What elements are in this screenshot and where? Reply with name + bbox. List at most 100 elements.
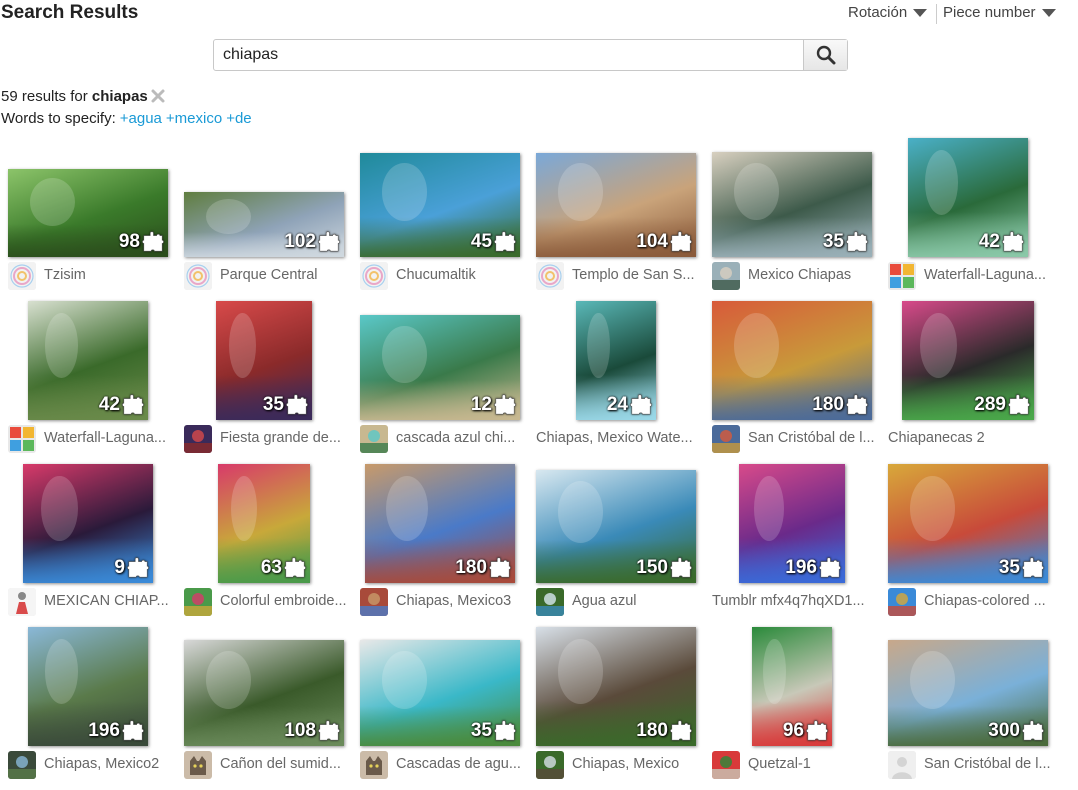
puzzle-title[interactable]: Chiapas-colored ...: [924, 593, 1056, 609]
user-avatar[interactable]: [184, 751, 212, 779]
puzzle-thumbnail[interactable]: 9: [23, 464, 153, 583]
puzzle-piece-icon: [122, 394, 144, 415]
puzzle-title[interactable]: Agua azul: [572, 593, 704, 609]
piece-count: 35: [471, 720, 516, 742]
result-card: 180 Chiapas, Mexico: [536, 627, 712, 790]
puzzle-title[interactable]: Tzisim: [44, 267, 176, 283]
puzzle-title[interactable]: Cañon del sumid...: [220, 756, 352, 772]
puzzle-title[interactable]: cascada azul chi...: [396, 430, 528, 446]
puzzle-title[interactable]: Mexico Chiapas: [748, 267, 880, 283]
puzzle-title[interactable]: Tumblr mfx4q7hqXD1...: [712, 593, 880, 609]
user-avatar[interactable]: [712, 425, 740, 453]
result-meta: Tzisim: [8, 262, 176, 290]
user-avatar[interactable]: [536, 588, 564, 616]
user-avatar[interactable]: [8, 425, 36, 453]
piece-count-number: 9: [114, 557, 125, 578]
user-avatar[interactable]: [184, 262, 212, 290]
piece-count: 180: [812, 394, 868, 416]
puzzle-thumbnail[interactable]: 300: [888, 640, 1048, 746]
puzzle-piece-icon: [142, 231, 164, 252]
user-avatar[interactable]: [8, 588, 36, 616]
puzzle-title[interactable]: Colorful embroide...: [220, 593, 352, 609]
user-avatar[interactable]: [360, 262, 388, 290]
puzzle-thumbnail[interactable]: 63: [218, 464, 310, 583]
puzzle-title[interactable]: Waterfall-Laguna...: [924, 267, 1056, 283]
puzzle-title[interactable]: Chiapas, Mexico3: [396, 593, 528, 609]
puzzle-title[interactable]: MEXICAN CHIAP...: [44, 593, 176, 609]
puzzle-thumbnail[interactable]: 180: [712, 301, 872, 420]
user-avatar[interactable]: [888, 751, 916, 779]
user-avatar[interactable]: [360, 425, 388, 453]
puzzle-title[interactable]: Templo de San S...: [572, 267, 704, 283]
puzzle-thumbnail[interactable]: 150: [536, 470, 696, 583]
piece-count: 9: [114, 557, 149, 579]
user-avatar[interactable]: [536, 751, 564, 779]
puzzle-thumbnail[interactable]: 180: [365, 464, 515, 583]
puzzle-title[interactable]: San Cristóbal de l...: [748, 430, 880, 446]
result-meta: Agua azul: [536, 588, 704, 616]
puzzle-title[interactable]: Cascadas de agu...: [396, 756, 528, 772]
result-card: 35 Cascadas de agu...: [360, 627, 536, 790]
result-meta: Parque Central: [184, 262, 352, 290]
puzzle-thumbnail[interactable]: 96: [752, 627, 832, 746]
puzzle-thumbnail[interactable]: 42: [908, 138, 1028, 257]
result-card: 98 Tzisim: [8, 138, 184, 301]
user-avatar[interactable]: [360, 588, 388, 616]
user-avatar[interactable]: [184, 425, 212, 453]
puzzle-thumbnail[interactable]: 45: [360, 153, 520, 257]
user-avatar[interactable]: [712, 751, 740, 779]
puzzle-thumbnail[interactable]: 42: [28, 301, 148, 420]
puzzle-title[interactable]: Chiapanecas 2: [888, 430, 1056, 446]
puzzle-thumbnail[interactable]: 196: [28, 627, 148, 746]
result-card: 196 Tumblr mfx4q7hqXD1...: [712, 464, 888, 627]
piece-count-number: 180: [812, 394, 844, 415]
piece-count: 63: [261, 557, 306, 579]
puzzle-title[interactable]: Chiapas, Mexico Wate...: [536, 430, 704, 446]
puzzle-thumbnail[interactable]: 35: [216, 301, 312, 420]
user-avatar[interactable]: [888, 262, 916, 290]
puzzle-title[interactable]: Parque Central: [220, 267, 352, 283]
puzzle-thumbnail[interactable]: 98: [8, 169, 168, 257]
result-meta: Mexico Chiapas: [712, 262, 880, 290]
puzzle-thumbnail[interactable]: 35: [888, 464, 1048, 583]
puzzle-thumbnail[interactable]: 289: [902, 301, 1034, 420]
user-avatar[interactable]: [536, 262, 564, 290]
piece-count: 196: [88, 720, 144, 742]
puzzle-thumbnail[interactable]: 180: [536, 627, 696, 746]
result-meta: Waterfall-Laguna...: [8, 425, 176, 453]
puzzle-title[interactable]: Waterfall-Laguna...: [44, 430, 176, 446]
puzzle-title[interactable]: San Cristóbal de l...: [924, 756, 1056, 772]
piece-count-number: 96: [782, 720, 804, 741]
user-avatar[interactable]: [360, 751, 388, 779]
piece-count-number: 45: [470, 231, 492, 252]
puzzle-thumbnail[interactable]: 35: [712, 152, 872, 257]
puzzle-title[interactable]: Chiapas, Mexico: [572, 756, 704, 772]
puzzle-title[interactable]: Fiesta grande de...: [220, 430, 352, 446]
result-card: 24 Chiapas, Mexico Wate...: [536, 301, 712, 464]
puzzle-thumbnail[interactable]: 102: [184, 192, 344, 257]
user-avatar[interactable]: [888, 588, 916, 616]
user-avatar[interactable]: [184, 588, 212, 616]
piece-count-number: 35: [822, 231, 844, 252]
result-meta: cascada azul chi...: [360, 425, 528, 453]
puzzle-piece-icon: [494, 394, 516, 415]
puzzle-thumbnail[interactable]: 12: [360, 315, 520, 420]
puzzle-title[interactable]: Chucumaltik: [396, 267, 528, 283]
puzzle-thumbnail[interactable]: 196: [739, 464, 845, 583]
puzzle-thumbnail[interactable]: 108: [184, 640, 344, 746]
user-avatar[interactable]: [8, 262, 36, 290]
puzzle-thumbnail[interactable]: 24: [576, 301, 656, 420]
user-avatar[interactable]: [712, 262, 740, 290]
puzzle-title[interactable]: Chiapas, Mexico2: [44, 756, 176, 772]
puzzle-thumbnail[interactable]: 104: [536, 153, 696, 257]
result-card: 300 San Cristóbal de l...: [888, 627, 1064, 790]
puzzle-piece-icon: [819, 557, 841, 578]
piece-count-number: 42: [978, 231, 1000, 252]
puzzle-thumbnail[interactable]: 35: [360, 640, 520, 746]
puzzle-title[interactable]: Quetzal-1: [748, 756, 880, 772]
piece-count-number: 196: [88, 720, 120, 741]
result-card: 35 Fiesta grande de...: [184, 301, 360, 464]
result-meta: MEXICAN CHIAP...: [8, 588, 176, 616]
user-avatar[interactable]: [8, 751, 36, 779]
piece-count: 96: [783, 720, 828, 742]
